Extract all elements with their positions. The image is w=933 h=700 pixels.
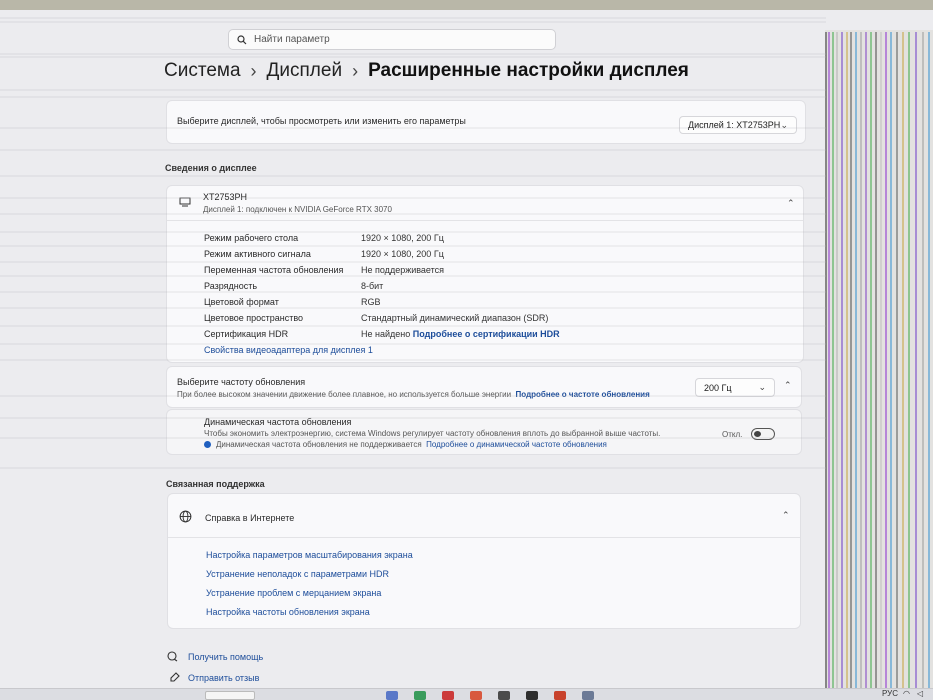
help-icon [167, 651, 178, 662]
get-help-label: Получить помощь [188, 651, 264, 662]
dynamic-refresh-link[interactable]: Подробнее о динамической частоте обновле… [426, 440, 607, 449]
property-row: Цветовой формат RGB [204, 294, 560, 310]
taskbar [0, 688, 933, 700]
app-icon[interactable] [554, 691, 566, 700]
display-properties: Режим рабочего стола 1920 × 1080, 200 Гц … [204, 230, 560, 358]
property-value: 8-бит [361, 281, 384, 291]
breadcrumb-system[interactable]: Система [164, 60, 241, 82]
settings-app-icon[interactable] [582, 691, 594, 700]
search-input[interactable]: Найти параметр [228, 29, 556, 50]
language-indicator[interactable]: РУС [882, 689, 898, 698]
chevron-up-icon[interactable]: ⌃ [784, 380, 792, 391]
globe-icon [179, 510, 192, 523]
dynamic-refresh-toggle[interactable] [751, 428, 775, 440]
refresh-rate-dropdown[interactable]: 200 Гц ⌄ [695, 378, 775, 397]
property-key: Разрядность [204, 281, 258, 291]
support-heading: Связанная поддержка [166, 479, 265, 489]
hdr-certification-link[interactable]: Подробнее о сертификации HDR [413, 329, 560, 339]
hdr-value: Не найдено [361, 329, 411, 339]
refresh-rate-value: 200 Гц [704, 382, 732, 393]
display-dropdown[interactable]: Дисплей 1: XT2753PH ⌄ [679, 116, 797, 134]
monitor-icon [179, 197, 191, 207]
property-value: 1920 × 1080, 200 Гц [361, 233, 444, 243]
monitor-subtitle: Дисплей 1: подключен к NVIDIA GeForce RT… [203, 205, 392, 214]
property-row: Режим активного сигнала 1920 × 1080, 200 … [204, 246, 560, 262]
search-icon [237, 34, 247, 44]
property-value: RGB [361, 297, 381, 307]
property-value: 1920 × 1080, 200 Гц [361, 249, 444, 259]
volume-icon[interactable]: ◁ [917, 689, 923, 698]
chevron-right-icon: › [352, 60, 359, 81]
app-icon[interactable] [526, 691, 538, 700]
property-row: Переменная частота обновления Не поддержи… [204, 262, 560, 278]
send-feedback-label: Отправить отзыв [188, 672, 260, 683]
display-artifact-region [825, 30, 933, 690]
monitor-bezel [0, 0, 933, 10]
property-key: Режим активного сигнала [204, 249, 311, 259]
not-supported-text: Динамическая частота обновления не подде… [216, 440, 422, 449]
property-row: Разрядность 8-бит [204, 278, 560, 294]
app-icon[interactable] [386, 691, 398, 700]
support-link-hdr[interactable]: Устранение неполадок с параметрами HDR [206, 565, 413, 584]
display-select-card: Выберите дисплей, чтобы просмотреть или … [166, 100, 806, 144]
chevron-up-icon[interactable]: ⌃ [782, 510, 790, 521]
support-card-title: Справка в Интернете [205, 513, 295, 523]
adapter-properties-link[interactable]: Свойства видеоадаптера для дисплея 1 [204, 342, 560, 358]
display-info-heading: Сведения о дисплее [165, 163, 257, 173]
app-icon[interactable] [442, 691, 454, 700]
support-header[interactable]: Справка в Интернете ⌃ [168, 494, 800, 538]
feedback-icon [170, 672, 180, 682]
property-row-hdr: Сертификация HDR Не найдено Подробнее о … [204, 326, 560, 342]
chevron-down-icon: ⌄ [780, 119, 788, 130]
get-help-link[interactable]: Получить помощь [167, 651, 263, 662]
property-value: Не поддерживается [361, 265, 445, 275]
support-card: Справка в Интернете ⌃ Настройка параметр… [167, 493, 801, 629]
property-key: Переменная частота обновления [204, 265, 344, 275]
breadcrumb-display[interactable]: Дисплей [267, 60, 343, 82]
support-links: Настройка параметров масштабирования экр… [206, 546, 413, 622]
info-icon [204, 441, 211, 449]
support-link-refresh[interactable]: Настройка частоты обновления экрана [206, 603, 413, 622]
app-icon[interactable] [414, 691, 426, 700]
property-value: Стандартный динамический диапазон (SDR) [361, 313, 549, 323]
display-info-header[interactable]: XT2753PH Дисплей 1: подключен к NVIDIA G… [167, 186, 803, 221]
dynamic-refresh-title: Динамическая частота обновления [204, 417, 352, 427]
display-dropdown-value: Дисплей 1: XT2753PH [688, 120, 781, 130]
display-select-label: Выберите дисплей, чтобы просмотреть или … [177, 116, 466, 126]
search-placeholder: Найти параметр [254, 34, 330, 45]
monitor-name: XT2753PH [203, 192, 248, 202]
support-link-scaling[interactable]: Настройка параметров масштабирования экр… [206, 546, 413, 565]
dynamic-refresh-status: Динамическая частота обновления не подде… [204, 440, 607, 449]
property-key: Режим рабочего стола [204, 233, 299, 243]
refresh-rate-description: При более высоком значении движение боле… [177, 390, 650, 399]
chevron-right-icon: › [250, 60, 257, 81]
toggle-label: Откл. [722, 430, 743, 439]
property-value: Не найдено Подробнее о сертификации HDR [361, 326, 560, 342]
refresh-description-text: При более высоком значении движение боле… [177, 390, 512, 399]
chevron-up-icon[interactable]: ⌃ [787, 198, 795, 209]
support-link-flicker[interactable]: Устранение проблем с мерцанием экрана [206, 584, 413, 603]
page-title: Расширенные настройки дисплея [368, 60, 689, 81]
property-row: Режим рабочего стола 1920 × 1080, 200 Гц [204, 230, 560, 246]
wifi-icon[interactable]: ◠ [903, 689, 910, 698]
dynamic-refresh-card: Динамическая частота обновления Чтобы эк… [166, 409, 802, 455]
refresh-rate-card: Выберите частоту обновления При более вы… [166, 366, 802, 408]
send-feedback-link[interactable]: Отправить отзыв [169, 672, 259, 683]
chevron-down-icon: ⌄ [758, 382, 766, 392]
property-key: Цветовое пространство [204, 313, 304, 323]
refresh-rate-title: Выберите частоту обновления [177, 377, 306, 387]
property-row: Цветовое пространство Стандартный динамич… [204, 310, 560, 326]
property-key: Цветовой формат [204, 297, 279, 307]
search-box-taskbar[interactable] [205, 691, 255, 700]
refresh-rate-link[interactable]: Подробнее о частоте обновления [516, 390, 650, 399]
dynamic-refresh-description: Чтобы экономить электроэнергию, система … [204, 429, 661, 438]
app-icon[interactable] [498, 691, 510, 700]
app-icon[interactable] [470, 691, 482, 700]
breadcrumb: Система › Дисплей › Расширенные настройк… [164, 60, 689, 82]
property-key: Сертификация HDR [204, 329, 289, 339]
settings-window: Найти параметр Система › Дисплей › Расши… [0, 0, 933, 700]
